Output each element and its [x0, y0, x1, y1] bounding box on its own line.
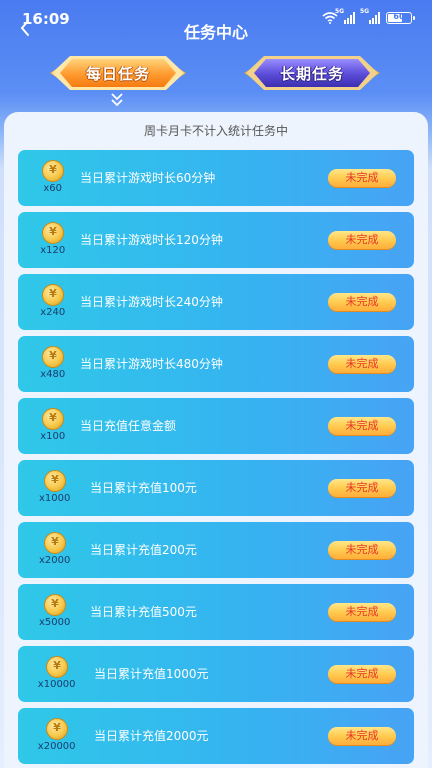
task-card: x2000 当日累计充值200元 未完成 [18, 522, 414, 578]
task-card: x20000 当日累计充值2000元 未完成 [18, 708, 414, 764]
reward-amount: x120 [40, 245, 66, 256]
task-status-button[interactable]: 未完成 [328, 727, 396, 745]
reward-amount: x2000 [39, 555, 71, 566]
task-card: x1000 当日累计充值100元 未完成 [18, 460, 414, 516]
reward-amount: x240 [40, 307, 66, 318]
task-status-button[interactable]: 未完成 [328, 169, 396, 187]
task-status-button[interactable]: 未完成 [328, 479, 396, 497]
task-title: 当日累计充值1000元 [94, 667, 209, 681]
reward-amount: x60 [43, 183, 63, 194]
coin-icon [42, 284, 64, 306]
coin-icon [46, 656, 68, 678]
coin-icon [42, 346, 64, 368]
task-status-button[interactable]: 未完成 [328, 231, 396, 249]
task-title: 当日累计充值100元 [90, 481, 197, 495]
task-status-button[interactable]: 未完成 [328, 293, 396, 311]
task-status-button[interactable]: 未完成 [328, 417, 396, 435]
task-title: 当日累计游戏时长240分钟 [80, 295, 223, 309]
reward-amount: x480 [40, 369, 66, 380]
tab-label: 每日任务 [60, 59, 176, 87]
task-card: x240 当日累计游戏时长240分钟 未完成 [18, 274, 414, 330]
coin-icon [44, 594, 66, 616]
active-tab-indicator-icon [109, 93, 125, 107]
task-title: 当日累计游戏时长120分钟 [80, 233, 223, 247]
reward-amount: x20000 [37, 741, 76, 752]
task-title: 当日累计游戏时长480分钟 [80, 357, 223, 371]
page-title: 任务中心 [183, 23, 248, 42]
reward-amount: x100 [40, 431, 66, 442]
task-title: 当日累计游戏时长60分钟 [80, 171, 216, 185]
task-card: x100 当日充值任意金额 未完成 [18, 398, 414, 454]
reward-amount: x10000 [37, 679, 76, 690]
coin-icon [44, 470, 66, 492]
task-card: x5000 当日累计充值500元 未完成 [18, 584, 414, 640]
coin-icon [42, 160, 64, 182]
task-card: x60 当日累计游戏时长60分钟 未完成 [18, 150, 414, 206]
reward-amount: x1000 [39, 493, 71, 504]
notice-text: 周卡月卡不计入统计任务中 [143, 124, 288, 138]
task-status-button[interactable]: 未完成 [328, 603, 396, 621]
reward-amount: x5000 [39, 617, 71, 628]
task-status-button[interactable]: 未完成 [328, 355, 396, 373]
coin-icon [42, 408, 64, 430]
task-status-button[interactable]: 未完成 [328, 541, 396, 559]
task-card: x10000 当日累计充值1000元 未完成 [18, 646, 414, 702]
coin-icon [44, 532, 66, 554]
task-title: 当日累计充值200元 [90, 543, 197, 557]
task-title: 当日累计充值2000元 [94, 729, 209, 743]
coin-icon [42, 222, 64, 244]
task-status-button[interactable]: 未完成 [328, 665, 396, 683]
coin-icon [46, 718, 68, 740]
tab-long-term-tasks[interactable]: 长期任务 [244, 56, 380, 90]
tab-daily-tasks[interactable]: 每日任务 [50, 56, 186, 90]
network-label: 5G [335, 8, 345, 15]
task-title: 当日累计充值500元 [90, 605, 197, 619]
task-card: x480 当日累计游戏时长480分钟 未完成 [18, 336, 414, 392]
task-title: 当日充值任意金额 [80, 419, 177, 433]
tab-label: 长期任务 [254, 59, 370, 87]
network-label: 5G [360, 8, 370, 15]
task-card: x120 当日累计游戏时长120分钟 未完成 [18, 212, 414, 268]
